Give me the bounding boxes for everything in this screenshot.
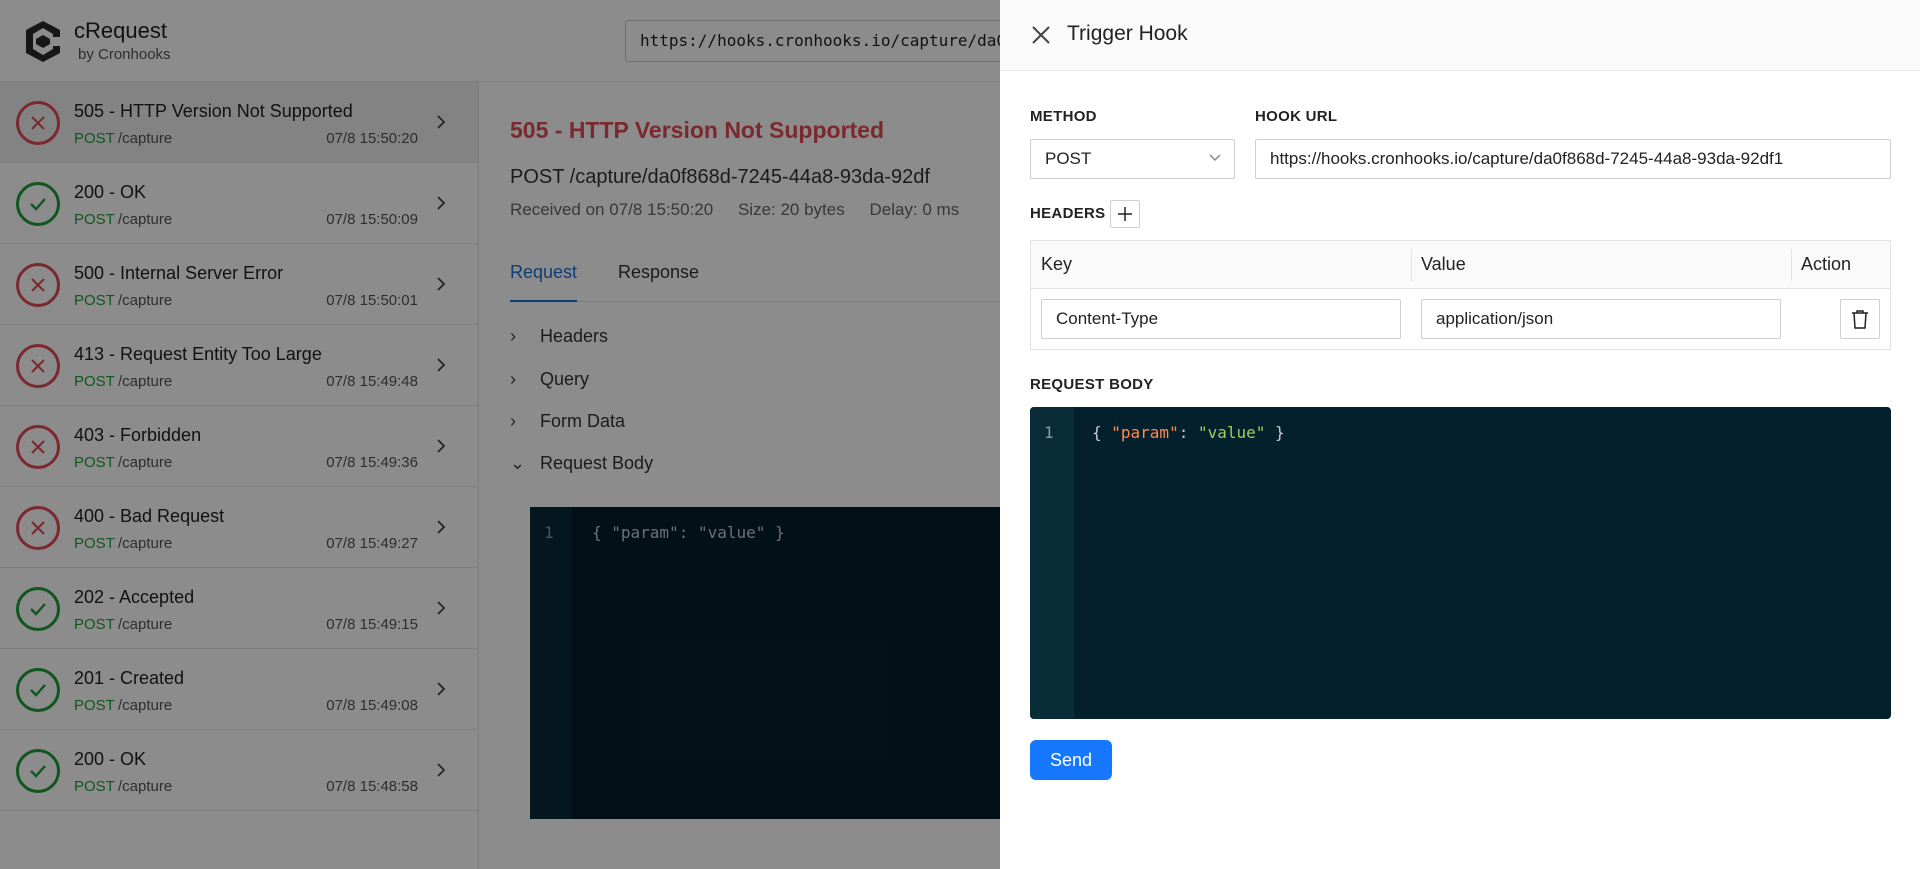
code-gutter <box>1030 407 1074 719</box>
modal-backdrop[interactable] <box>0 0 1000 869</box>
column-key: Key <box>1041 254 1073 274</box>
code-key: "param" <box>1111 423 1179 442</box>
method-select[interactable]: POST <box>1030 139 1235 179</box>
trigger-hook-drawer: Trigger Hook METHOD HOOK URL POST HEADER… <box>1000 0 1920 869</box>
method-label: METHOD <box>1030 108 1097 125</box>
column-action: Action <box>1801 254 1852 274</box>
drawer-title: Trigger Hook <box>1067 22 1188 45</box>
code-brace: } <box>1265 423 1285 442</box>
hook-url-input[interactable] <box>1255 139 1891 179</box>
headers-table: Key Value Action <box>1030 240 1891 350</box>
hook-url-label: HOOK URL <box>1255 108 1338 125</box>
code-colon: : <box>1178 423 1198 442</box>
send-button[interactable]: Send <box>1030 740 1112 780</box>
trash-icon <box>1852 310 1868 329</box>
code-brace: { <box>1092 423 1112 442</box>
column-divider <box>1791 249 1792 281</box>
headers-label: HEADERS <box>1030 205 1106 222</box>
request-body-editor[interactable]: 1 { "param": "value" } <box>1030 407 1891 719</box>
code-line: { "param": "value" } <box>1092 423 1285 442</box>
add-header-button[interactable] <box>1110 200 1140 228</box>
code-value: "value" <box>1197 423 1266 442</box>
request-body-label: REQUEST BODY <box>1030 376 1154 393</box>
header-value-input[interactable] <box>1421 299 1781 339</box>
header-key-input[interactable] <box>1041 299 1401 339</box>
plus-icon <box>1118 207 1132 221</box>
delete-header-button[interactable] <box>1840 299 1880 339</box>
line-number: 1 <box>1044 423 1054 442</box>
headers-table-header: Key Value Action <box>1031 241 1890 289</box>
close-icon[interactable] <box>1030 24 1052 46</box>
column-divider <box>1411 249 1412 281</box>
column-value: Value <box>1421 254 1466 274</box>
chevron-down-icon <box>1209 154 1221 162</box>
method-value: POST <box>1045 149 1092 168</box>
drawer-header: Trigger Hook <box>1000 0 1920 71</box>
